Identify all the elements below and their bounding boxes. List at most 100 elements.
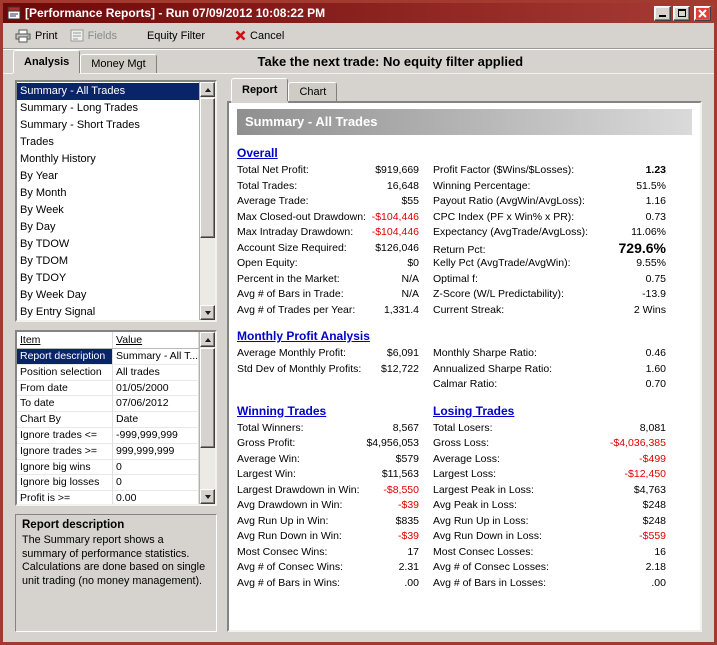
stat-row-gross-profit: Gross Profit:$4,956,053 bbox=[237, 436, 419, 452]
stat-label: Avg # of Bars in Losses: bbox=[433, 576, 546, 592]
scroll-track[interactable] bbox=[200, 97, 215, 305]
stat-label: Std Dev of Monthly Profits: bbox=[237, 362, 361, 378]
list-item-by-tdom[interactable]: By TDOM bbox=[17, 253, 199, 270]
fields-icon bbox=[70, 29, 84, 42]
stat-column: Total Losers:8,081Gross Loss:-$4,036,385… bbox=[433, 421, 692, 592]
scroll-thumb[interactable] bbox=[200, 348, 215, 448]
close-button[interactable] bbox=[694, 6, 711, 21]
property-row-chart-by[interactable]: Chart ByDate bbox=[17, 412, 199, 428]
stat-label: Total Losers: bbox=[433, 421, 493, 437]
section-heading-row: Monthly Profit Analysis bbox=[237, 329, 692, 343]
list-item-by-year[interactable]: By Year bbox=[17, 168, 199, 185]
property-row-from-date[interactable]: From date01/05/2000 bbox=[17, 381, 199, 397]
scroll-track[interactable] bbox=[200, 347, 215, 489]
column-header-item[interactable]: Item bbox=[17, 332, 113, 348]
report-list-scrollbar[interactable] bbox=[199, 82, 215, 320]
cancel-label: Cancel bbox=[250, 30, 284, 42]
tab-analysis[interactable]: Analysis bbox=[13, 50, 80, 73]
property-grid-scrollbar[interactable] bbox=[199, 332, 215, 504]
list-item-by-week-day[interactable]: By Week Day bbox=[17, 287, 199, 304]
list-item-by-tdow[interactable]: By TDOW bbox=[17, 236, 199, 253]
print-button[interactable]: Print bbox=[9, 27, 64, 45]
stat-row-average-trade: Average Trade:$55 bbox=[237, 194, 419, 210]
list-item-summary-long-trades[interactable]: Summary - Long Trades bbox=[17, 100, 199, 117]
section-columns: Total Winners:8,567Gross Profit:$4,956,0… bbox=[237, 421, 692, 592]
stat-label: Avg # of Trades per Year: bbox=[237, 303, 355, 319]
stat-label: Average Monthly Profit: bbox=[237, 346, 346, 362]
property-rows: Report descriptionSummary - All T...Posi… bbox=[17, 349, 199, 504]
stat-value: 9.55% bbox=[636, 256, 666, 272]
tab-money-mgt[interactable]: Money Mgt bbox=[80, 54, 156, 73]
cancel-button[interactable]: Cancel bbox=[229, 28, 290, 44]
stat-value: -$39 bbox=[398, 498, 419, 514]
minimize-button[interactable] bbox=[654, 6, 671, 21]
property-item-cell: Report description bbox=[17, 349, 113, 365]
scroll-up-button[interactable] bbox=[200, 332, 215, 347]
section-heading: Overall bbox=[237, 146, 433, 160]
stat-value: .00 bbox=[404, 576, 419, 592]
stat-value: -$4,036,385 bbox=[610, 436, 666, 452]
stat-value: 0.73 bbox=[646, 210, 666, 226]
list-item-summary-all-trades[interactable]: Summary - All Trades bbox=[17, 83, 199, 100]
main-content: Summary - All TradesSummary - Long Trade… bbox=[3, 73, 714, 642]
property-value-cell: Summary - All T... bbox=[113, 349, 199, 365]
report-sections: OverallTotal Net Profit:$919,669Total Tr… bbox=[237, 146, 692, 591]
stat-value: 1.16 bbox=[646, 194, 666, 210]
stat-value: $579 bbox=[396, 452, 419, 468]
equity-filter-button[interactable]: Equity Filter bbox=[141, 28, 211, 44]
list-item-trades[interactable]: Trades bbox=[17, 134, 199, 151]
stat-value: -$39 bbox=[398, 529, 419, 545]
scroll-up-button[interactable] bbox=[200, 82, 215, 97]
property-row-report-description[interactable]: Report descriptionSummary - All T... bbox=[17, 349, 199, 365]
stat-row-total-net-profit: Total Net Profit:$919,669 bbox=[237, 163, 419, 179]
stat-value: .00 bbox=[651, 576, 666, 592]
property-grid-body: Item Value Report descriptionSummary - A… bbox=[17, 332, 199, 504]
property-row-ignore-trades[interactable]: Ignore trades >=999,999,999 bbox=[17, 444, 199, 460]
stat-row-avg-run-up-in-loss: Avg Run Up in Loss:$248 bbox=[433, 514, 666, 530]
property-row-ignore-big-losses[interactable]: Ignore big losses0 bbox=[17, 475, 199, 491]
stat-value: $6,091 bbox=[387, 346, 419, 362]
list-item-by-week[interactable]: By Week bbox=[17, 202, 199, 219]
scroll-down-button[interactable] bbox=[200, 305, 215, 320]
list-item-monthly-history[interactable]: Monthly History bbox=[17, 151, 199, 168]
stat-label: Gross Profit: bbox=[237, 436, 295, 452]
equity-filter-label: Equity Filter bbox=[147, 30, 205, 42]
tab-report[interactable]: Report bbox=[231, 78, 288, 101]
list-item-by-tdoy[interactable]: By TDOY bbox=[17, 270, 199, 287]
property-value-cell: 01/05/2000 bbox=[113, 381, 199, 397]
column-header-value[interactable]: Value bbox=[113, 332, 199, 348]
list-item-by-entry-signal[interactable]: By Entry Signal bbox=[17, 304, 199, 320]
stat-value: $126,046 bbox=[375, 241, 419, 257]
scroll-down-button[interactable] bbox=[200, 489, 215, 504]
stat-row-percent-in-the-market: Percent in the Market:N/A bbox=[237, 272, 419, 288]
stat-value: N/A bbox=[401, 272, 419, 288]
stat-row-winning-percentage: Winning Percentage:51.5% bbox=[433, 179, 666, 195]
list-item-by-day[interactable]: By Day bbox=[17, 219, 199, 236]
stat-value: -13.9 bbox=[642, 287, 666, 303]
stat-row-total-winners: Total Winners:8,567 bbox=[237, 421, 419, 437]
stat-value: $248 bbox=[643, 498, 666, 514]
property-item-cell: Ignore trades >= bbox=[17, 444, 113, 460]
stat-value: -$499 bbox=[639, 452, 666, 468]
list-item-summary-short-trades[interactable]: Summary - Short Trades bbox=[17, 117, 199, 134]
property-row-to-date[interactable]: To date07/06/2012 bbox=[17, 396, 199, 412]
section-heading: Monthly Profit Analysis bbox=[237, 329, 433, 343]
report-list-items: Summary - All TradesSummary - Long Trade… bbox=[17, 82, 199, 320]
stat-label: Largest Loss: bbox=[433, 467, 496, 483]
property-row-ignore-trades[interactable]: Ignore trades <=-999,999,999 bbox=[17, 428, 199, 444]
property-row-profit-is[interactable]: Profit is >=0.00 bbox=[17, 491, 199, 504]
tab-chart[interactable]: Chart bbox=[288, 82, 337, 101]
property-row-ignore-big-wins[interactable]: Ignore big wins0 bbox=[17, 460, 199, 476]
maximize-button[interactable] bbox=[673, 6, 690, 21]
titlebar[interactable]: [Performance Reports] - Run 07/09/2012 1… bbox=[3, 3, 714, 23]
report-list: Summary - All TradesSummary - Long Trade… bbox=[15, 80, 217, 322]
scroll-thumb[interactable] bbox=[200, 98, 215, 238]
close-icon bbox=[698, 9, 707, 18]
stat-label: Avg # of Consec Losses: bbox=[433, 560, 549, 576]
property-row-position-selection[interactable]: Position selectionAll trades bbox=[17, 365, 199, 381]
stat-column: Profit Factor ($Wins/$Losses):1.23Winnin… bbox=[433, 163, 692, 318]
list-item-by-month[interactable]: By Month bbox=[17, 185, 199, 202]
stat-label: Profit Factor ($Wins/$Losses): bbox=[433, 163, 574, 179]
stat-value: 16,648 bbox=[387, 179, 419, 195]
stat-row-annualized-sharpe-ratio: Annualized Sharpe Ratio:1.60 bbox=[433, 362, 666, 378]
